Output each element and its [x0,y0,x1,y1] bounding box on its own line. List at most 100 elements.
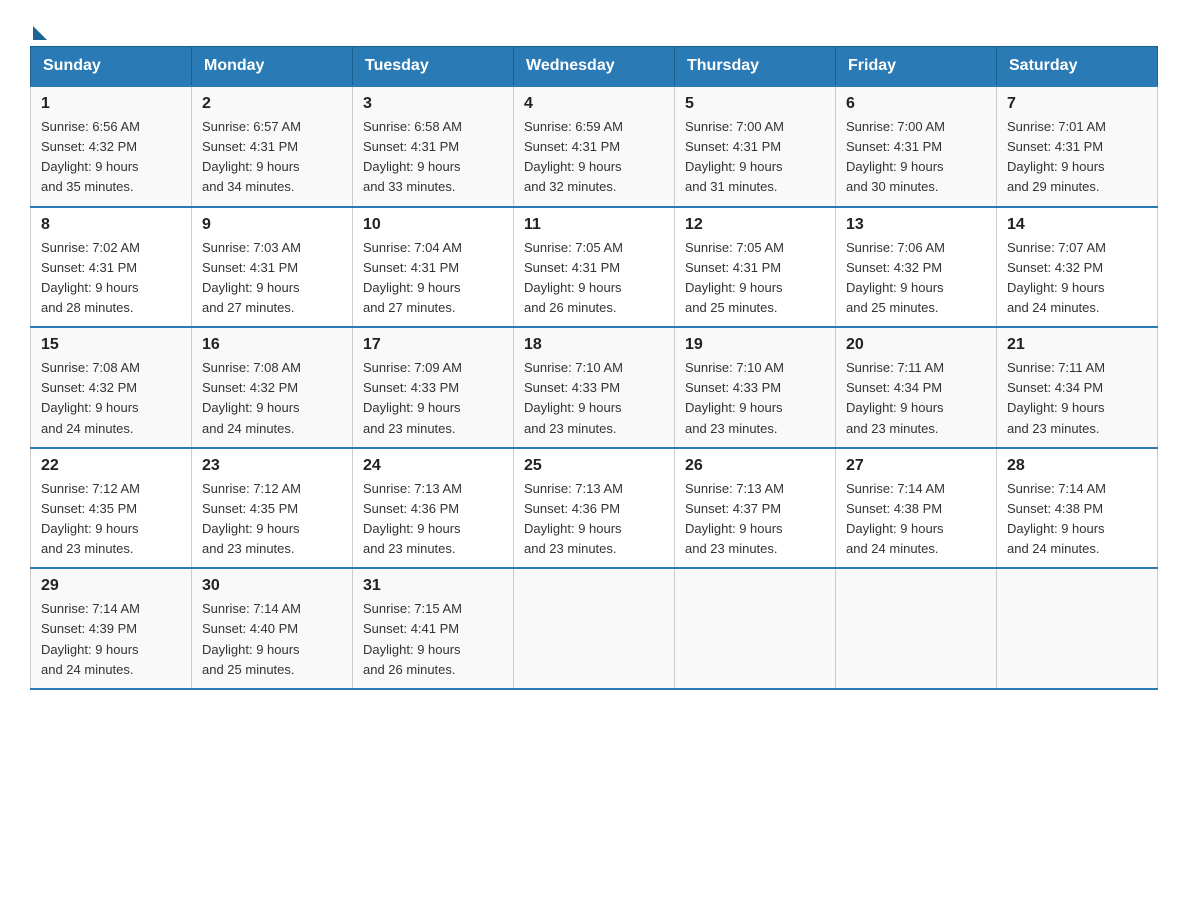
day-info: Sunrise: 7:13 AMSunset: 4:37 PMDaylight:… [685,481,784,556]
header-tuesday: Tuesday [353,47,514,87]
day-info: Sunrise: 7:06 AMSunset: 4:32 PMDaylight:… [846,240,945,315]
day-info: Sunrise: 7:02 AMSunset: 4:31 PMDaylight:… [41,240,140,315]
day-info: Sunrise: 7:15 AMSunset: 4:41 PMDaylight:… [363,601,462,676]
day-number: 1 [41,95,181,113]
day-info: Sunrise: 6:56 AMSunset: 4:32 PMDaylight:… [41,119,140,194]
day-info: Sunrise: 7:00 AMSunset: 4:31 PMDaylight:… [685,119,784,194]
day-number: 23 [202,457,342,475]
day-info: Sunrise: 7:08 AMSunset: 4:32 PMDaylight:… [202,360,301,435]
header-sunday: Sunday [31,47,192,87]
calendar-cell-w5-d2: 31 Sunrise: 7:15 AMSunset: 4:41 PMDaylig… [353,568,514,689]
day-info: Sunrise: 6:57 AMSunset: 4:31 PMDaylight:… [202,119,301,194]
calendar-cell-w4-d2: 24 Sunrise: 7:13 AMSunset: 4:36 PMDaylig… [353,448,514,569]
calendar-table: SundayMondayTuesdayWednesdayThursdayFrid… [30,46,1158,690]
calendar-cell-w3-d1: 16 Sunrise: 7:08 AMSunset: 4:32 PMDaylig… [192,327,353,448]
calendar-cell-w5-d4 [675,568,836,689]
calendar-cell-w1-d6: 7 Sunrise: 7:01 AMSunset: 4:31 PMDayligh… [997,86,1158,207]
day-number: 13 [846,216,986,234]
week-row-2: 8 Sunrise: 7:02 AMSunset: 4:31 PMDayligh… [31,207,1158,328]
calendar-cell-w1-d4: 5 Sunrise: 7:00 AMSunset: 4:31 PMDayligh… [675,86,836,207]
calendar-cell-w2-d0: 8 Sunrise: 7:02 AMSunset: 4:31 PMDayligh… [31,207,192,328]
day-number: 27 [846,457,986,475]
day-number: 30 [202,577,342,595]
calendar-cell-w1-d1: 2 Sunrise: 6:57 AMSunset: 4:31 PMDayligh… [192,86,353,207]
day-info: Sunrise: 7:01 AMSunset: 4:31 PMDaylight:… [1007,119,1106,194]
header-saturday: Saturday [997,47,1158,87]
week-row-1: 1 Sunrise: 6:56 AMSunset: 4:32 PMDayligh… [31,86,1158,207]
day-number: 5 [685,95,825,113]
day-info: Sunrise: 7:13 AMSunset: 4:36 PMDaylight:… [363,481,462,556]
calendar-cell-w4-d1: 23 Sunrise: 7:12 AMSunset: 4:35 PMDaylig… [192,448,353,569]
week-row-3: 15 Sunrise: 7:08 AMSunset: 4:32 PMDaylig… [31,327,1158,448]
calendar-cell-w4-d0: 22 Sunrise: 7:12 AMSunset: 4:35 PMDaylig… [31,448,192,569]
day-number: 29 [41,577,181,595]
calendar-cell-w2-d4: 12 Sunrise: 7:05 AMSunset: 4:31 PMDaylig… [675,207,836,328]
day-info: Sunrise: 7:14 AMSunset: 4:40 PMDaylight:… [202,601,301,676]
day-number: 20 [846,336,986,354]
calendar-cell-w1-d5: 6 Sunrise: 7:00 AMSunset: 4:31 PMDayligh… [836,86,997,207]
week-row-4: 22 Sunrise: 7:12 AMSunset: 4:35 PMDaylig… [31,448,1158,569]
calendar-cell-w5-d0: 29 Sunrise: 7:14 AMSunset: 4:39 PMDaylig… [31,568,192,689]
day-number: 26 [685,457,825,475]
day-info: Sunrise: 7:09 AMSunset: 4:33 PMDaylight:… [363,360,462,435]
calendar-cell-w3-d5: 20 Sunrise: 7:11 AMSunset: 4:34 PMDaylig… [836,327,997,448]
page-header [30,20,1158,36]
calendar-cell-w2-d6: 14 Sunrise: 7:07 AMSunset: 4:32 PMDaylig… [997,207,1158,328]
calendar-cell-w3-d6: 21 Sunrise: 7:11 AMSunset: 4:34 PMDaylig… [997,327,1158,448]
day-number: 21 [1007,336,1147,354]
day-number: 14 [1007,216,1147,234]
calendar-cell-w4-d3: 25 Sunrise: 7:13 AMSunset: 4:36 PMDaylig… [514,448,675,569]
calendar-cell-w2-d1: 9 Sunrise: 7:03 AMSunset: 4:31 PMDayligh… [192,207,353,328]
day-info: Sunrise: 7:00 AMSunset: 4:31 PMDaylight:… [846,119,945,194]
day-info: Sunrise: 7:03 AMSunset: 4:31 PMDaylight:… [202,240,301,315]
calendar-cell-w5-d3 [514,568,675,689]
day-info: Sunrise: 6:58 AMSunset: 4:31 PMDaylight:… [363,119,462,194]
day-number: 10 [363,216,503,234]
day-number: 24 [363,457,503,475]
header-friday: Friday [836,47,997,87]
day-number: 12 [685,216,825,234]
day-number: 4 [524,95,664,113]
logo-arrow-icon [33,26,47,40]
day-number: 18 [524,336,664,354]
day-number: 31 [363,577,503,595]
day-info: Sunrise: 7:12 AMSunset: 4:35 PMDaylight:… [202,481,301,556]
day-info: Sunrise: 7:14 AMSunset: 4:38 PMDaylight:… [846,481,945,556]
calendar-cell-w5-d6 [997,568,1158,689]
day-info: Sunrise: 7:08 AMSunset: 4:32 PMDaylight:… [41,360,140,435]
calendar-cell-w4-d6: 28 Sunrise: 7:14 AMSunset: 4:38 PMDaylig… [997,448,1158,569]
calendar-cell-w4-d5: 27 Sunrise: 7:14 AMSunset: 4:38 PMDaylig… [836,448,997,569]
day-info: Sunrise: 7:04 AMSunset: 4:31 PMDaylight:… [363,240,462,315]
day-number: 6 [846,95,986,113]
header-monday: Monday [192,47,353,87]
calendar-cell-w3-d4: 19 Sunrise: 7:10 AMSunset: 4:33 PMDaylig… [675,327,836,448]
day-number: 28 [1007,457,1147,475]
day-info: Sunrise: 7:10 AMSunset: 4:33 PMDaylight:… [685,360,784,435]
calendar-cell-w3-d3: 18 Sunrise: 7:10 AMSunset: 4:33 PMDaylig… [514,327,675,448]
calendar-cell-w2-d5: 13 Sunrise: 7:06 AMSunset: 4:32 PMDaylig… [836,207,997,328]
day-info: Sunrise: 7:13 AMSunset: 4:36 PMDaylight:… [524,481,623,556]
day-number: 16 [202,336,342,354]
calendar-cell-w1-d2: 3 Sunrise: 6:58 AMSunset: 4:31 PMDayligh… [353,86,514,207]
day-info: Sunrise: 7:07 AMSunset: 4:32 PMDaylight:… [1007,240,1106,315]
calendar-cell-w1-d0: 1 Sunrise: 6:56 AMSunset: 4:32 PMDayligh… [31,86,192,207]
day-info: Sunrise: 7:10 AMSunset: 4:33 PMDaylight:… [524,360,623,435]
calendar-cell-w2-d2: 10 Sunrise: 7:04 AMSunset: 4:31 PMDaylig… [353,207,514,328]
day-number: 15 [41,336,181,354]
day-number: 3 [363,95,503,113]
day-info: Sunrise: 7:05 AMSunset: 4:31 PMDaylight:… [685,240,784,315]
week-row-5: 29 Sunrise: 7:14 AMSunset: 4:39 PMDaylig… [31,568,1158,689]
logo-top [30,20,47,40]
day-info: Sunrise: 7:14 AMSunset: 4:38 PMDaylight:… [1007,481,1106,556]
day-number: 2 [202,95,342,113]
day-info: Sunrise: 7:14 AMSunset: 4:39 PMDaylight:… [41,601,140,676]
calendar-cell-w4-d4: 26 Sunrise: 7:13 AMSunset: 4:37 PMDaylig… [675,448,836,569]
day-number: 11 [524,216,664,234]
calendar-cell-w3-d0: 15 Sunrise: 7:08 AMSunset: 4:32 PMDaylig… [31,327,192,448]
day-info: Sunrise: 7:11 AMSunset: 4:34 PMDaylight:… [1007,360,1105,435]
calendar-header-row: SundayMondayTuesdayWednesdayThursdayFrid… [31,47,1158,87]
calendar-cell-w2-d3: 11 Sunrise: 7:05 AMSunset: 4:31 PMDaylig… [514,207,675,328]
day-info: Sunrise: 7:11 AMSunset: 4:34 PMDaylight:… [846,360,944,435]
day-number: 7 [1007,95,1147,113]
header-thursday: Thursday [675,47,836,87]
